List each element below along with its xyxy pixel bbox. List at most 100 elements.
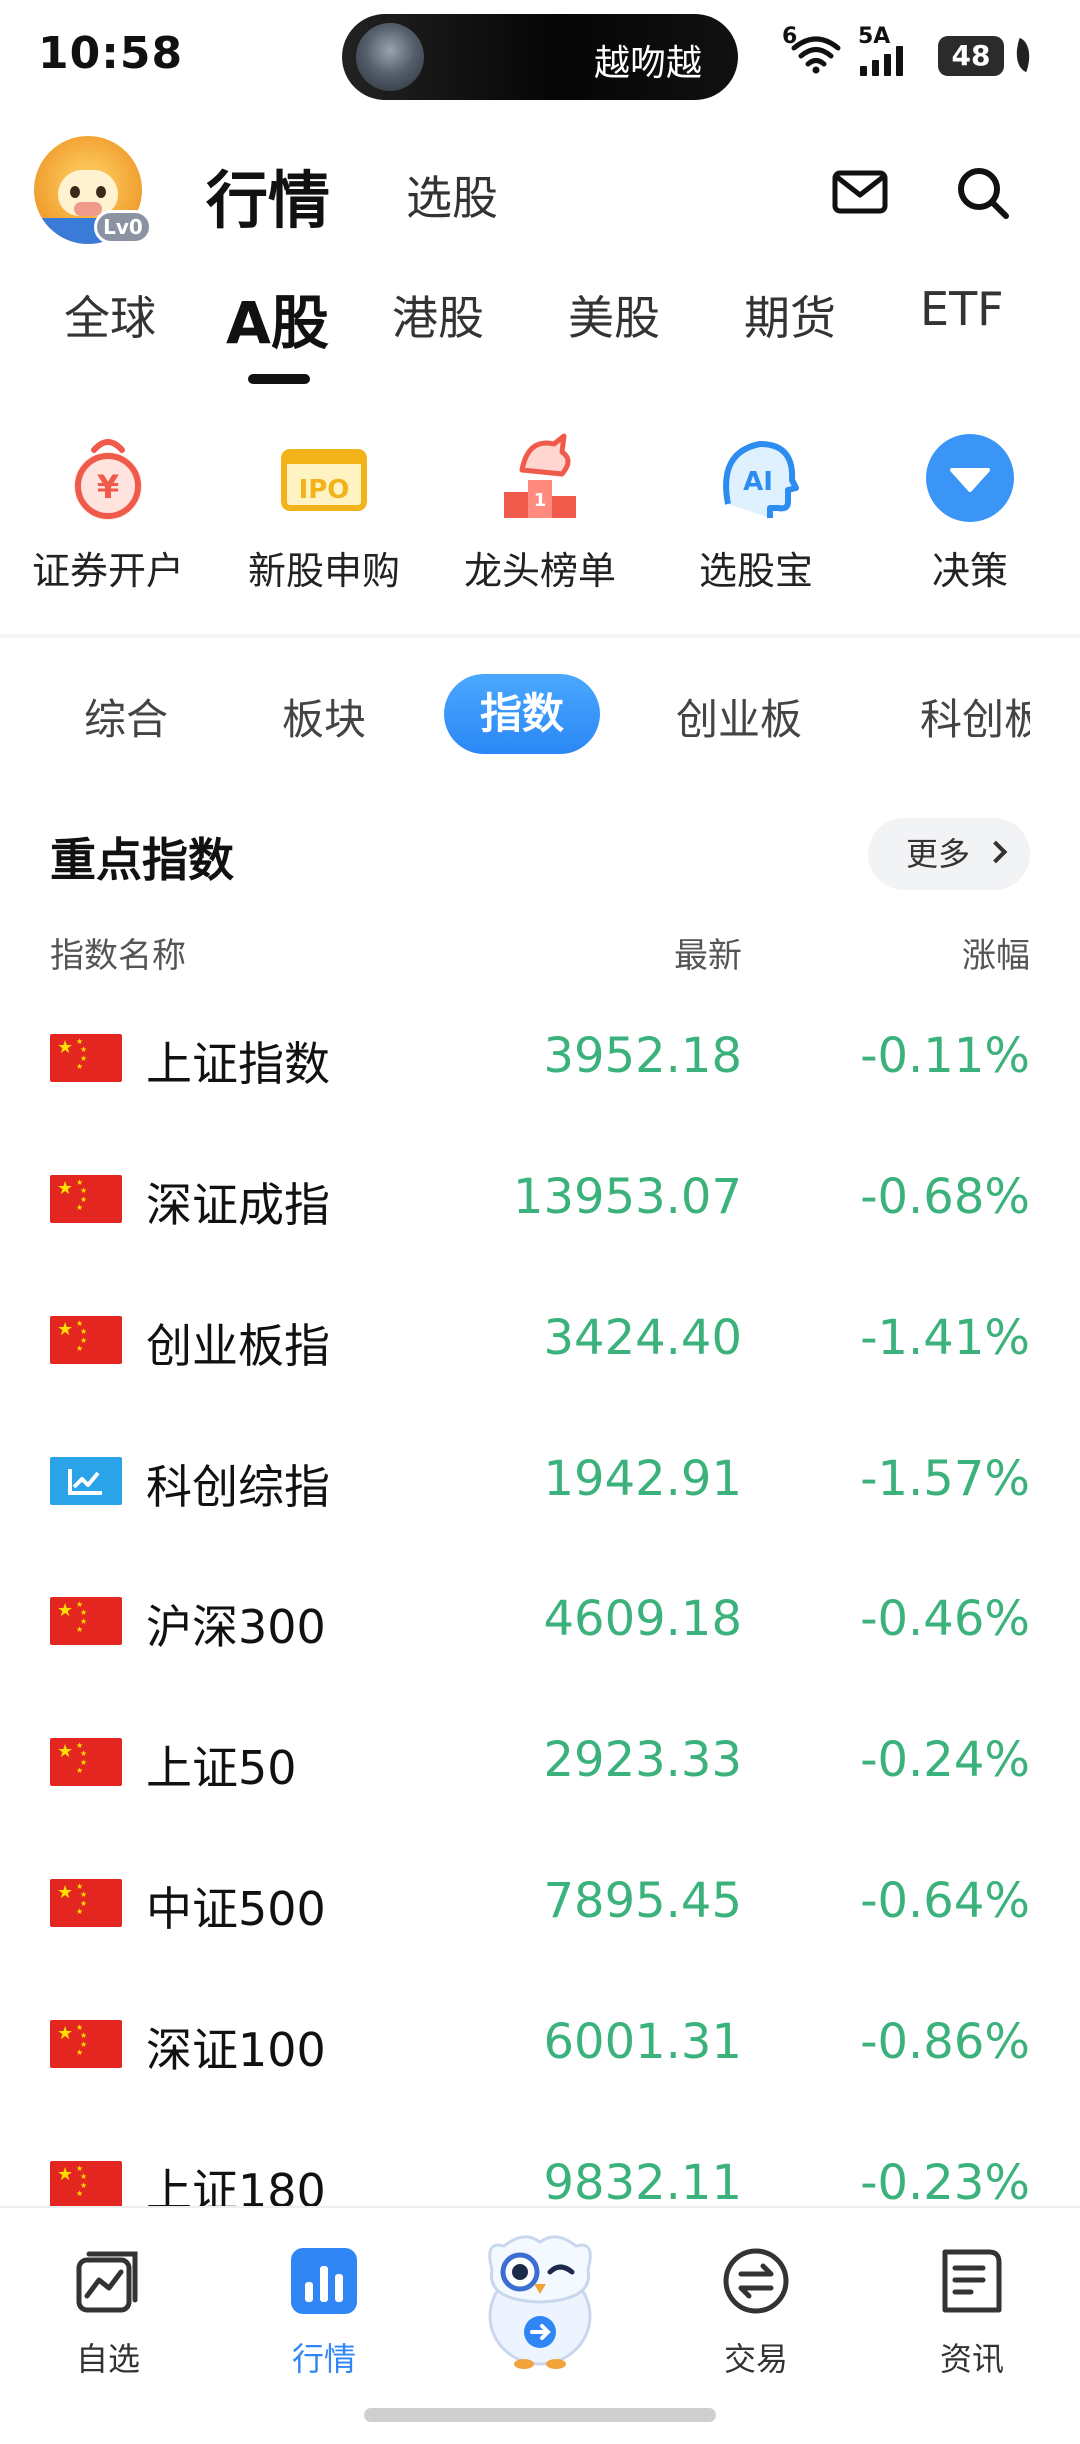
chevron-right-icon (984, 840, 1008, 864)
svg-text:IPO: IPO (299, 475, 350, 505)
column-header-latest[interactable]: 最新 (674, 928, 742, 977)
index-name: 上证指数 (146, 1037, 330, 1091)
index-change-percent: -0.24% (860, 1732, 1030, 1788)
index-change-percent: -1.41% (860, 1310, 1030, 1366)
svg-text:1: 1 (534, 490, 547, 511)
tab-star-market[interactable]: 科创板 (920, 686, 1030, 746)
tab-chinext[interactable]: 创业板 (676, 686, 802, 747)
quick-entry-dragon-list[interactable]: 1 龙头榜单 (450, 430, 630, 600)
index-row[interactable]: ★ ★ ★ ★ ★ 沪深300 4609.18 -0.46% (0, 1547, 1080, 1687)
more-label: 更多 (906, 835, 971, 873)
market-bars-icon (291, 2248, 357, 2314)
mail-icon[interactable] (832, 170, 888, 214)
ai-head-icon: AI (723, 441, 799, 518)
index-row[interactable]: ★ ★ ★ ★ ★ 中证500 7895.45 -0.64% (0, 1829, 1080, 1969)
page-title[interactable]: 行情 (206, 150, 330, 240)
index-latest-price: 2923.33 (543, 1732, 743, 1788)
quick-entry-label: 新股申购 (247, 549, 400, 593)
search-icon[interactable] (954, 164, 1014, 224)
wifi-label: 6 (782, 24, 798, 49)
owl-mascot-icon[interactable] (464, 2220, 616, 2372)
nav-label: 行情 (291, 2340, 356, 2378)
china-flag-icon: ★ ★ ★ ★ ★ (50, 1738, 122, 1786)
tab-a-shares[interactable]: A股 (226, 276, 329, 360)
svg-text:¥: ¥ (97, 468, 119, 506)
piggy-bank-icon: ¥ (74, 439, 142, 520)
tab-overview[interactable]: 综合 (84, 686, 168, 747)
china-flag-icon: ★ ★ ★ ★ ★ (50, 1879, 122, 1927)
bottom-nav: 自选 行情 交易 资讯 (0, 2206, 1080, 2444)
signal-icon (860, 46, 903, 76)
index-latest-price: 3424.40 (543, 1310, 743, 1366)
index-change-percent: -0.64% (860, 1873, 1030, 1929)
index-name: 创业板指 (146, 1319, 330, 1373)
index-row[interactable]: 科创综指 1942.91 -1.57% (0, 1407, 1080, 1547)
home-indicator (364, 2408, 716, 2422)
album-thumbnail (356, 23, 424, 91)
more-button[interactable]: 更多 (868, 818, 1030, 890)
svg-text:AI: AI (743, 467, 773, 497)
china-flag-icon: ★ ★ ★ ★ ★ (50, 2161, 122, 2209)
tab-sectors[interactable]: 板块 (282, 686, 366, 747)
index-row[interactable]: ★ ★ ★ ★ ★ 创业板指 3424.40 -1.41% (0, 1266, 1080, 1406)
column-header-name[interactable]: 指数名称 (50, 928, 186, 977)
exchange-icon (723, 2248, 789, 2314)
level-badge: Lv0 (94, 210, 152, 244)
quick-entry-decision[interactable]: 决策 (880, 430, 1060, 600)
music-title: 越吻越 (594, 43, 703, 84)
status-bar: 10:58 越吻越 6 5A 48 (0, 0, 1080, 112)
quick-entry-label: 选股宝 (698, 549, 813, 593)
china-flag-icon: ★ ★ ★ ★ ★ (50, 1597, 122, 1645)
nav-label: 自选 (75, 2340, 140, 2378)
index-name: 深证100 (146, 2023, 326, 2077)
leaf-icon (1009, 37, 1037, 73)
music-island[interactable]: 越吻越 (342, 14, 738, 100)
nav-market[interactable]: 行情 (244, 2234, 404, 2394)
index-name: 深证成指 (146, 1178, 330, 1232)
index-row[interactable]: ★ ★ ★ ★ ★ 深证成指 13953.07 -0.68% (0, 1125, 1080, 1265)
status-time: 10:58 (38, 28, 184, 79)
index-change-percent: -1.57% (860, 1451, 1030, 1507)
nav-trade[interactable]: 交易 (676, 2234, 836, 2394)
index-change-percent: -0.23% (860, 2155, 1030, 2211)
quick-entry-label: 决策 (931, 549, 1008, 593)
index-name: 沪深300 (146, 1600, 326, 1654)
quick-entry-ipo[interactable]: IPO 新股申购 (234, 430, 414, 600)
china-flag-icon: ★ ★ ★ ★ ★ (50, 1316, 122, 1364)
index-latest-price: 6001.31 (543, 2014, 743, 2070)
index-row[interactable]: ★ ★ ★ ★ ★ 深证100 6001.31 -0.86% (0, 1970, 1080, 2110)
index-change-percent: -0.68% (860, 1169, 1030, 1225)
tab-us-stocks[interactable]: 美股 (568, 282, 660, 348)
line-chart-icon (50, 1457, 122, 1505)
active-tab-indicator (248, 374, 310, 384)
tab-futures[interactable]: 期货 (744, 282, 836, 348)
battery-icon: 48 (938, 36, 1004, 76)
index-latest-price: 1942.91 (543, 1451, 743, 1507)
tab-star-market-label: 科创板 (920, 695, 1030, 744)
quick-entry-stock-treasure[interactable]: AI 选股宝 (666, 430, 846, 600)
nav-watchlist[interactable]: 自选 (28, 2234, 188, 2394)
tab-indices[interactable]: 指数 (444, 674, 600, 754)
index-name: 中证500 (146, 1882, 326, 1936)
avatar-eye (70, 186, 80, 198)
section-divider (0, 634, 1080, 638)
quick-entry-label: 龙头榜单 (463, 549, 616, 593)
nav-news[interactable]: 资讯 (892, 2234, 1052, 2394)
stock-picker-tab[interactable]: 选股 (406, 162, 498, 228)
china-flag-icon: ★ ★ ★ ★ ★ (50, 2020, 122, 2068)
ipo-icon: IPO (281, 449, 367, 511)
watchlist-chart-icon (76, 2251, 138, 2313)
dropdown-icon (926, 434, 1014, 522)
avatar-eye (96, 186, 106, 198)
quick-entry-account-open[interactable]: ¥ 证券开户 (18, 430, 198, 600)
tab-hk-stocks[interactable]: 港股 (392, 282, 484, 348)
tab-etf[interactable]: ETF (920, 282, 1004, 336)
index-change-percent: -0.86% (860, 2014, 1030, 2070)
tab-global[interactable]: 全球 (64, 282, 156, 348)
quick-entry-label: 证券开户 (31, 549, 184, 593)
index-row[interactable]: ★ ★ ★ ★ ★ 上证50 2923.33 -0.24% (0, 1688, 1080, 1828)
column-header-change[interactable]: 涨幅 (962, 928, 1030, 977)
index-latest-price: 4609.18 (543, 1591, 743, 1647)
index-row[interactable]: ★ ★ ★ ★ ★ 上证指数 3952.18 -0.11% (0, 984, 1080, 1124)
dragon-podium-icon: 1 (504, 433, 576, 518)
